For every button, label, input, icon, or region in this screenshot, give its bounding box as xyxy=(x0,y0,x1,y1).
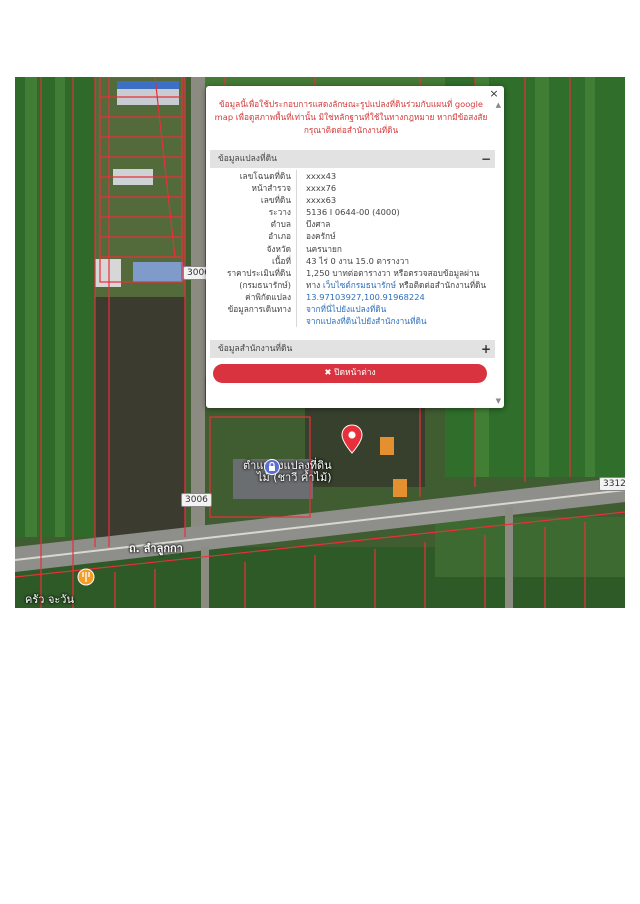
parcel-info-table: เลขโฉนดที่ดิน xxxx43 หน้าสำรวจ xxxx76 เลขท… xyxy=(214,170,492,328)
info-row-deed: เลขโฉนดที่ดิน xxxx43 xyxy=(214,170,492,183)
expand-icon[interactable]: + xyxy=(481,340,491,358)
route-shield-3006-bottom: 3006 xyxy=(181,493,212,507)
map-pin-icon[interactable] xyxy=(341,424,363,454)
directions-to-parcel-link[interactable]: จากที่นี่ไปยังแปลงที่ดิน xyxy=(297,303,386,315)
info-value: ทาง เว็บไซต์กรมธนารักษ์ หรือติดต่อสำนักง… xyxy=(297,279,486,291)
scroll-up-arrow-icon[interactable]: ▲ xyxy=(496,101,501,109)
info-value: 43 ไร่ 0 งาน 15.0 ตารางวา xyxy=(306,255,410,266)
info-label: (กรมธนารักษ์) xyxy=(239,279,291,290)
close-window-button[interactable]: ✖ ปิดหน้าต่าง xyxy=(213,364,487,383)
directions-to-office-link[interactable]: จากแปลงที่ดินไปยังสำนักงานที่ดิน xyxy=(297,315,427,327)
info-row-area: เนื้อที่ 43 ไร่ 0 งาน 15.0 ตารางวา xyxy=(214,254,492,267)
info-value: องครักษ์ xyxy=(306,231,336,242)
info-row-travel: ข้อมูลการเดินทาง จากที่นี่ไปยังแปลงที่ดิน xyxy=(214,303,492,316)
info-value: xxxx76 xyxy=(306,183,337,194)
info-value: 1,250 บาทต่อตารางวา หรือตรวจสอบข้อมูลผ่า… xyxy=(306,267,480,278)
info-label: หน้าสำรวจ xyxy=(251,183,292,194)
section-header-office[interactable]: ข้อมูลสำนักงานที่ดิน + xyxy=(210,340,495,358)
info-label: จังหวัด xyxy=(266,243,291,254)
section-title-office: ข้อมูลสำนักงานที่ดิน xyxy=(218,344,293,354)
info-value-suffix: หรือติดต่อสำนักงานที่ดิน xyxy=(396,279,487,290)
info-row-district: อำเภอ องครักษ์ xyxy=(214,230,492,243)
poi-label-bottom: ครัว จะวัน xyxy=(25,593,74,606)
scroll-down-arrow-icon[interactable]: ▼ xyxy=(496,397,501,405)
info-row-treasury: (กรมธนารักษ์) ทาง เว็บไซต์กรมธนารักษ์ หรื… xyxy=(214,278,492,291)
road-label-main: ถ. ลำลูกกา xyxy=(129,542,183,555)
info-value: xxxx43 xyxy=(306,171,337,181)
info-label: เนื้อที่ xyxy=(272,255,291,266)
info-row-sheet: ระวาง 5136 I 0644-00 (4000) xyxy=(214,206,492,219)
treasury-website-link[interactable]: เว็บไซต์กรมธนารักษ์ xyxy=(323,280,396,290)
info-label: ค่าพิกัดแปลง xyxy=(245,291,291,302)
info-row-appraisal: ราคาประเมินที่ดิน 1,250 บาทต่อตารางวา หรื… xyxy=(214,266,492,279)
info-row-province: จังหวัด นครนายก xyxy=(214,242,492,255)
route-shield-3312: 3312 xyxy=(599,477,625,491)
info-label: เลขโฉนดที่ดิน xyxy=(239,171,291,181)
info-value: บึงศาล xyxy=(306,219,331,230)
section-title-parcel: ข้อมูลแปลงที่ดิน xyxy=(218,154,277,164)
info-row-survey-page: หน้าสำรวจ xxxx76 xyxy=(214,182,492,195)
info-row-travel-office: จากแปลงที่ดินไปยังสำนักงานที่ดิน xyxy=(214,315,492,328)
info-value-prefix: ทาง xyxy=(306,279,323,290)
info-row-land-number: เลขที่ดิน xxxx63 xyxy=(214,194,492,207)
info-value: นครนายก xyxy=(306,243,342,254)
info-row-coordinates: ค่าพิกัดแปลง 13.97103927,100.91968224 xyxy=(214,290,492,304)
info-value: xxxx63 xyxy=(306,195,337,206)
section-header-parcel[interactable]: ข้อมูลแปลงที่ดิน − xyxy=(210,150,495,168)
popup-notice: ข้อมูลนี้เพื่อใช้ประกอบการแสดงลักษณะรูปแ… xyxy=(214,99,488,135)
parcel-info-popup: × ▲ ข้อมูลนี้เพื่อใช้ประกอบการแสดงลักษณะ… xyxy=(206,86,504,408)
info-label: ระวาง xyxy=(268,207,291,218)
info-label: ราคาประเมินที่ดิน xyxy=(226,267,291,278)
poi-lock-icon[interactable] xyxy=(264,459,280,475)
collapse-icon[interactable]: − xyxy=(481,150,491,168)
info-label: ตำบล xyxy=(270,219,291,230)
info-label: ข้อมูลการเดินทาง xyxy=(227,304,291,315)
info-value: 5136 I 0644-00 (4000) xyxy=(306,207,400,218)
info-row-subdistrict: ตำบล บึงศาล xyxy=(214,218,492,231)
info-label xyxy=(214,315,296,327)
info-label: เลขที่ดิน xyxy=(260,195,291,206)
info-label: อำเภอ xyxy=(268,231,291,242)
coordinates-link[interactable]: 13.97103927,100.91968224 xyxy=(297,291,425,303)
poi-restaurant-icon[interactable] xyxy=(77,568,95,586)
